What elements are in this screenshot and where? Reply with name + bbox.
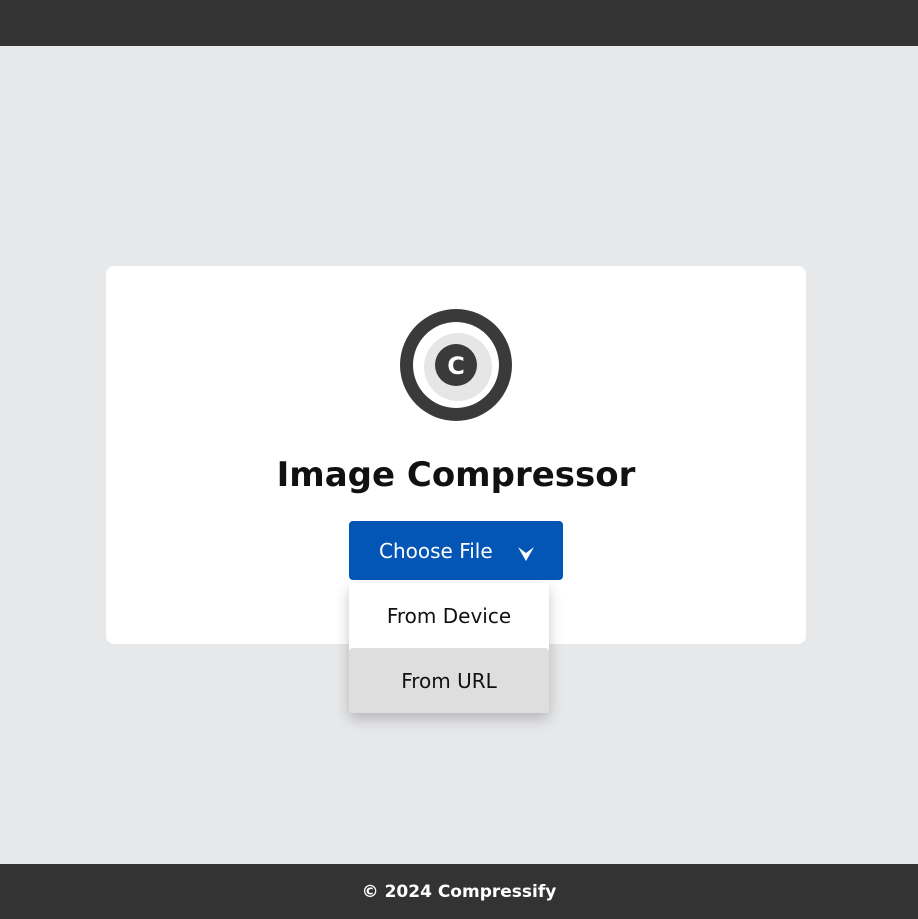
choose-file-label: Choose File <box>379 538 493 563</box>
chevron-down-icon <box>517 543 535 561</box>
compress-c-icon: C <box>399 308 513 422</box>
page-title: Image Compressor <box>276 455 636 495</box>
svg-text:C: C <box>447 352 465 380</box>
footer-copyright: © 2024 Compressify <box>361 881 557 902</box>
menu-item-from-device[interactable]: From Device <box>349 583 549 648</box>
menu-item-from-url[interactable]: From URL <box>349 648 549 713</box>
choose-file-dropdown: From Device From URL <box>349 583 549 713</box>
footer: © 2024 Compressify <box>0 864 918 919</box>
top-nav-bar <box>0 0 918 46</box>
choose-file-button[interactable]: Choose File <box>349 521 563 580</box>
